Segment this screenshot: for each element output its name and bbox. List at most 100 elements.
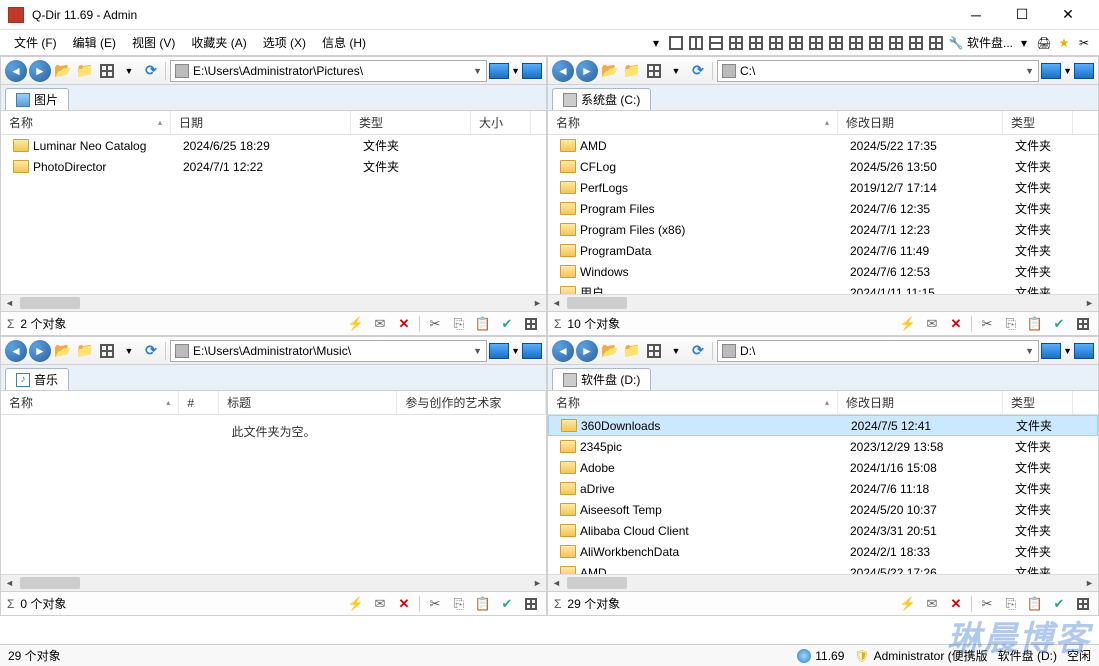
address-bar[interactable]: C:\ ▼ <box>717 60 1039 82</box>
cut-icon[interactable]: ✂ <box>978 595 996 613</box>
view-icon[interactable] <box>97 341 117 361</box>
layout-3a-icon[interactable] <box>727 34 745 52</box>
check-icon[interactable]: ✔ <box>498 315 516 333</box>
cut-icon[interactable]: ✂ <box>426 315 444 333</box>
folder-open-icon[interactable]: 📂 <box>600 341 620 361</box>
folder-up-icon[interactable]: 📁 <box>622 341 642 361</box>
delete-icon[interactable]: ✕ <box>395 595 413 613</box>
monitor2-icon[interactable] <box>1074 63 1094 79</box>
address-bar[interactable]: E:\Users\Administrator\Music\ ▼ <box>170 340 487 362</box>
col-2[interactable]: 标题 <box>219 391 397 414</box>
col-2[interactable]: 类型 <box>1003 391 1073 414</box>
col-3[interactable]: 大小 <box>471 111 531 134</box>
file-row[interactable]: aDrive2024/7/6 11:18文件夹 <box>548 478 1098 499</box>
layout-4-icon[interactable] <box>807 34 825 52</box>
menu-4[interactable]: 选项 (X) <box>255 30 314 55</box>
layout-2h-icon[interactable] <box>687 34 705 52</box>
bolt-icon[interactable]: ⚡ <box>899 595 917 613</box>
layout-10-icon[interactable] <box>927 34 945 52</box>
mail-icon[interactable]: ✉ <box>923 595 941 613</box>
column-header[interactable]: 名称▴日期类型大小 <box>1 111 546 135</box>
grid-icon[interactable] <box>522 595 540 613</box>
copy-icon[interactable]: ⎘ <box>450 595 468 613</box>
paste-icon[interactable]: 📋 <box>474 315 492 333</box>
layout-7-icon[interactable] <box>867 34 885 52</box>
pane-tab[interactable]: 系统盘 (C:) <box>552 88 651 110</box>
layout-3b-icon[interactable] <box>747 34 765 52</box>
grid-icon[interactable] <box>522 315 540 333</box>
col-0[interactable]: 名称▴ <box>548 111 838 134</box>
layout-5-icon[interactable] <box>827 34 845 52</box>
monitor2-icon[interactable] <box>522 63 542 79</box>
folder-open-icon[interactable]: 📂 <box>600 61 620 81</box>
layout-3d-icon[interactable] <box>787 34 805 52</box>
address-dropdown-icon[interactable]: ▼ <box>473 346 482 356</box>
h-scrollbar[interactable]: ◄► <box>1 294 546 311</box>
h-scrollbar[interactable]: ◄► <box>1 574 546 591</box>
refresh-icon[interactable]: ⟳ <box>141 341 161 361</box>
file-row[interactable]: ProgramData2024/7/6 11:49文件夹 <box>548 240 1098 261</box>
view-dd-icon[interactable]: ▼ <box>119 61 139 81</box>
monitor2-icon[interactable] <box>1074 343 1094 359</box>
view-dd-icon[interactable]: ▼ <box>666 61 686 81</box>
column-header[interactable]: 名称▴修改日期类型 <box>548 391 1098 415</box>
layout-3c-icon[interactable] <box>767 34 785 52</box>
back-button[interactable]: ◄ <box>552 60 574 82</box>
col-1[interactable]: 日期 <box>171 111 351 134</box>
address-dropdown-icon[interactable]: ▼ <box>1025 66 1034 76</box>
mail-icon[interactable]: ✉ <box>371 595 389 613</box>
back-button[interactable]: ◄ <box>552 340 574 362</box>
view-icon[interactable] <box>644 61 664 81</box>
delete-icon[interactable]: ✕ <box>947 595 965 613</box>
bolt-icon[interactable]: ⚡ <box>899 315 917 333</box>
cut-icon[interactable]: ✂ <box>978 315 996 333</box>
print-icon[interactable]: 🖨 <box>1035 34 1053 52</box>
file-row[interactable]: CFLog2024/5/26 13:50文件夹 <box>548 156 1098 177</box>
file-row[interactable]: PerfLogs2019/12/7 17:14文件夹 <box>548 177 1098 198</box>
copy-icon[interactable]: ⎘ <box>450 315 468 333</box>
column-header[interactable]: 名称▴#标题参与创作的艺术家 <box>1 391 546 415</box>
file-row[interactable]: 2345pic2023/12/29 13:58文件夹 <box>548 436 1098 457</box>
address-bar[interactable]: D:\ ▼ <box>717 340 1039 362</box>
forward-button[interactable]: ► <box>576 340 598 362</box>
address-dropdown-icon[interactable]: ▼ <box>473 66 482 76</box>
maximize-button[interactable]: ☐ <box>999 0 1045 30</box>
file-list[interactable]: 此文件夹为空。 <box>1 415 546 574</box>
file-row[interactable]: 360Downloads2024/7/5 12:41文件夹 <box>548 415 1098 436</box>
col-0[interactable]: 名称▴ <box>1 111 171 134</box>
paste-icon[interactable]: 📋 <box>474 595 492 613</box>
file-row[interactable]: 用户2024/1/11 11:15文件夹 <box>548 282 1098 294</box>
menu-3[interactable]: 收藏夹 (A) <box>183 30 254 55</box>
folder-open-icon[interactable]: 📂 <box>53 341 73 361</box>
paste-icon[interactable]: 📋 <box>1026 315 1044 333</box>
col-1[interactable]: # <box>179 391 219 414</box>
layout-9-icon[interactable] <box>907 34 925 52</box>
col-0[interactable]: 名称▴ <box>548 391 838 414</box>
file-list[interactable]: 360Downloads2024/7/5 12:41文件夹2345pic2023… <box>548 415 1098 574</box>
monitor1-icon[interactable] <box>1041 63 1061 79</box>
layout-6-icon[interactable] <box>847 34 865 52</box>
layout-1-icon[interactable] <box>667 34 685 52</box>
mon-dd-icon[interactable]: ▼ <box>511 66 520 76</box>
file-row[interactable]: Windows2024/7/6 12:53文件夹 <box>548 261 1098 282</box>
menu-5[interactable]: 信息 (H) <box>314 30 374 55</box>
refresh-icon[interactable]: ⟳ <box>688 341 708 361</box>
file-row[interactable]: PhotoDirector2024/7/1 12:22文件夹 <box>1 156 546 177</box>
menu-1[interactable]: 编辑 (E) <box>65 30 124 55</box>
folder-up-icon[interactable]: 📁 <box>75 61 95 81</box>
delete-icon[interactable]: ✕ <box>947 315 965 333</box>
globe-icon[interactable] <box>627 34 645 52</box>
mon-dd-icon[interactable]: ▼ <box>511 346 520 356</box>
layout-8-icon[interactable] <box>887 34 905 52</box>
delete-icon[interactable]: ✕ <box>395 315 413 333</box>
clip-icon[interactable]: ✂ <box>1075 34 1093 52</box>
col-0[interactable]: 名称▴ <box>1 391 179 414</box>
forward-button[interactable]: ► <box>29 60 51 82</box>
pane-tab[interactable]: 图片 <box>5 88 69 110</box>
file-row[interactable]: AMD2024/5/22 17:26文件夹 <box>548 562 1098 574</box>
mail-icon[interactable]: ✉ <box>923 315 941 333</box>
close-button[interactable]: ✕ <box>1045 0 1091 30</box>
file-row[interactable]: Program Files (x86)2024/7/1 12:23文件夹 <box>548 219 1098 240</box>
forward-button[interactable]: ► <box>29 340 51 362</box>
drive-label[interactable]: 软件盘... <box>967 34 1013 52</box>
